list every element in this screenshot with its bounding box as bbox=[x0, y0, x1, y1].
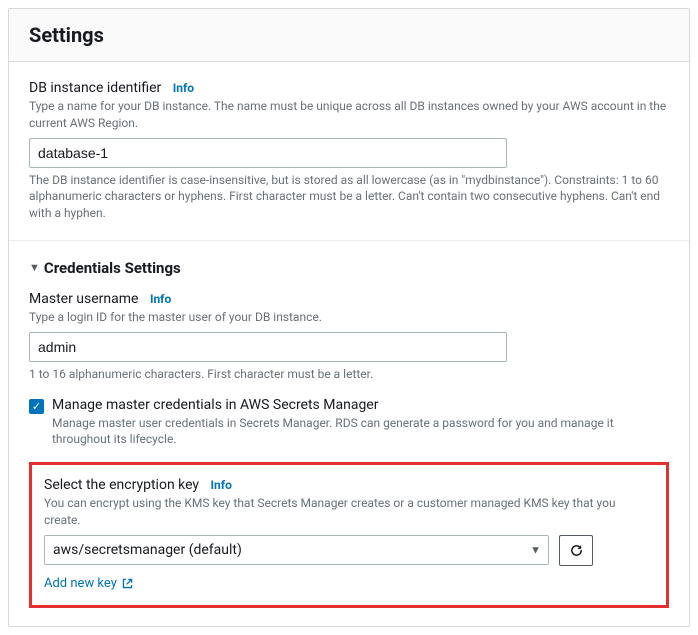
add-new-key-row: Add new key bbox=[44, 576, 654, 591]
encryption-info-link[interactable]: Info bbox=[211, 478, 232, 492]
manage-secrets-text: Manage master credentials in AWS Secrets… bbox=[52, 397, 669, 449]
db-identifier-label-row: DB instance identifier Info bbox=[29, 80, 669, 96]
manage-secrets-desc: Manage master user credentials in Secret… bbox=[52, 415, 669, 449]
credentials-section-header[interactable]: ▼ Credentials Settings bbox=[29, 259, 669, 277]
panel-title: Settings bbox=[29, 23, 669, 47]
encryption-highlight-box: Select the encryption key Info You can e… bbox=[29, 462, 669, 608]
encryption-label-row: Select the encryption key Info bbox=[44, 477, 654, 493]
manage-secrets-checkbox[interactable]: ✓ bbox=[29, 399, 44, 414]
encryption-helper: You can encrypt using the KMS key that S… bbox=[44, 495, 654, 529]
panel-body: DB instance identifier Info Type a name … bbox=[9, 62, 689, 626]
add-new-key-link[interactable]: Add new key bbox=[44, 576, 117, 591]
master-username-field: Master username Info Type a login ID for… bbox=[29, 291, 669, 383]
db-identifier-input[interactable] bbox=[29, 138, 507, 168]
db-identifier-field: DB instance identifier Info Type a name … bbox=[29, 80, 669, 222]
encryption-select-wrap: aws/secretsmanager (default) ▼ bbox=[44, 535, 549, 565]
divider bbox=[9, 240, 689, 241]
db-identifier-info-link[interactable]: Info bbox=[173, 81, 194, 95]
encryption-label: Select the encryption key bbox=[44, 477, 199, 493]
encryption-key-select[interactable]: aws/secretsmanager (default) bbox=[44, 535, 549, 565]
external-link-icon bbox=[121, 577, 134, 590]
master-username-constraint: 1 to 16 alphanumeric characters. First c… bbox=[29, 366, 669, 383]
manage-secrets-label: Manage master credentials in AWS Secrets… bbox=[52, 397, 669, 413]
master-username-input[interactable] bbox=[29, 332, 507, 362]
credentials-section-title: Credentials Settings bbox=[44, 259, 181, 277]
check-icon: ✓ bbox=[32, 401, 41, 412]
refresh-button[interactable] bbox=[559, 535, 593, 566]
encryption-select-row: aws/secretsmanager (default) ▼ bbox=[44, 535, 654, 566]
panel-header: Settings bbox=[9, 9, 689, 62]
refresh-icon bbox=[569, 543, 584, 558]
master-username-label: Master username bbox=[29, 291, 138, 307]
master-username-info-link[interactable]: Info bbox=[150, 292, 171, 306]
manage-secrets-row: ✓ Manage master credentials in AWS Secre… bbox=[29, 397, 669, 449]
db-identifier-label: DB instance identifier bbox=[29, 80, 161, 96]
settings-panel: Settings DB instance identifier Info Typ… bbox=[8, 8, 690, 627]
master-username-label-row: Master username Info bbox=[29, 291, 669, 307]
master-username-helper: Type a login ID for the master user of y… bbox=[29, 309, 669, 326]
caret-down-icon: ▼ bbox=[29, 261, 40, 274]
db-identifier-constraint: The DB instance identifier is case-insen… bbox=[29, 172, 669, 222]
db-identifier-helper: Type a name for your DB instance. The na… bbox=[29, 98, 669, 132]
